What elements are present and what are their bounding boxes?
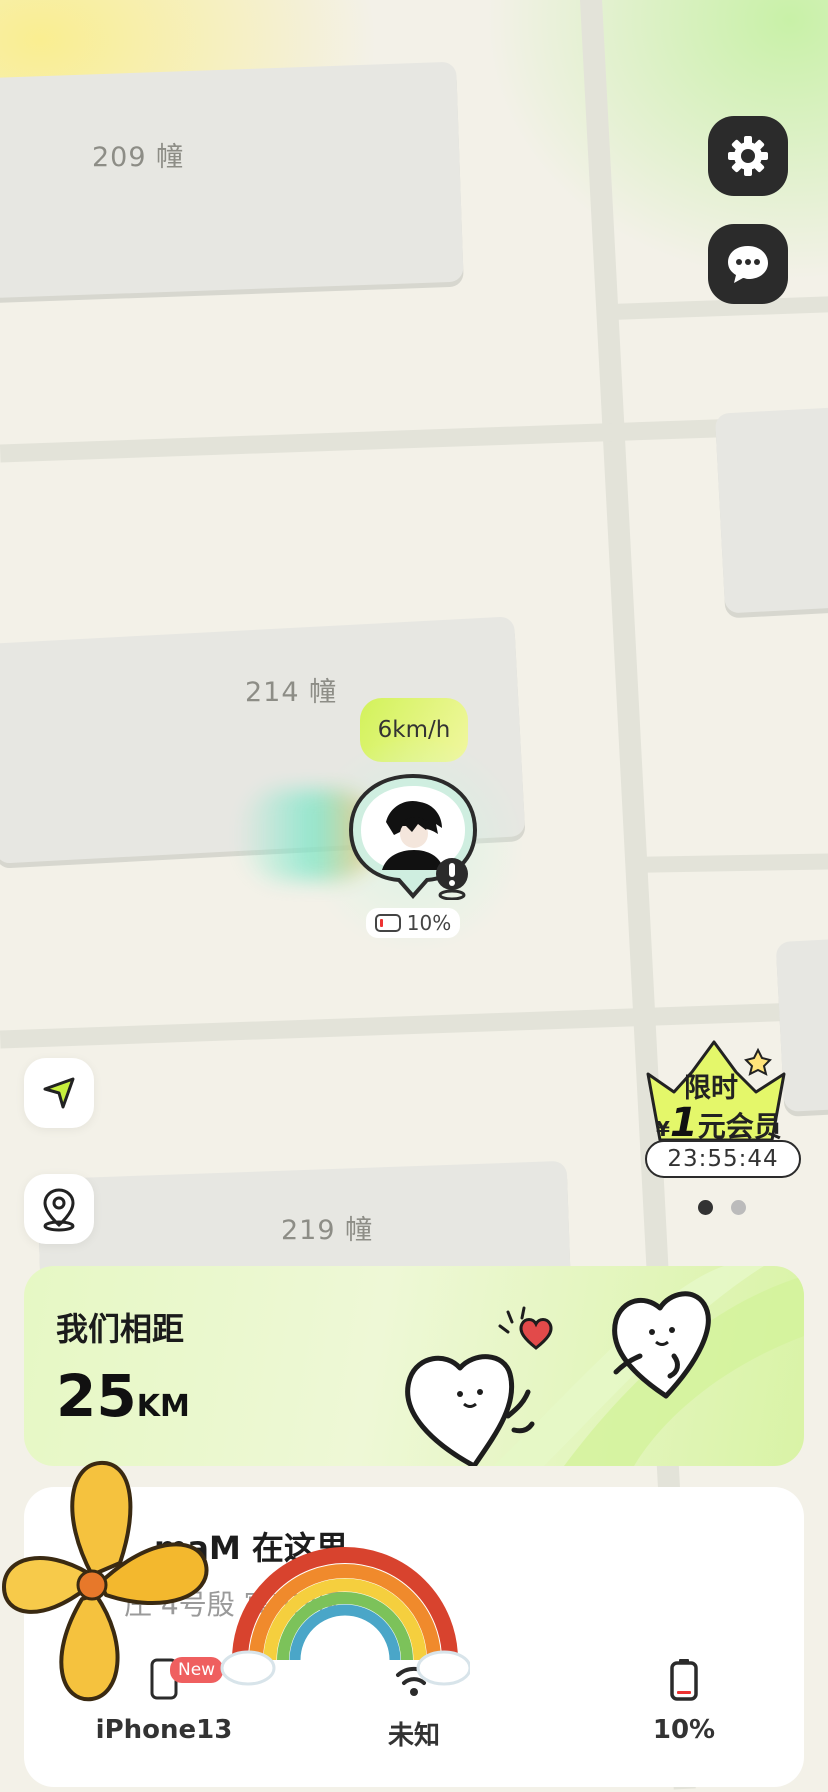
chat-button[interactable] <box>708 224 788 304</box>
page-dot-active <box>698 1200 713 1215</box>
building-label-214: 214 幢 <box>245 677 338 708</box>
tab-battery[interactable]: 10% <box>584 1657 784 1745</box>
promo-text: 元会员 <box>697 1110 782 1143</box>
map-pin-icon <box>43 1188 75 1232</box>
partner-avatar-pin[interactable] <box>346 772 480 906</box>
navigation-arrow-icon <box>43 1077 75 1109</box>
distance-value: 25KM <box>56 1362 190 1430</box>
gear-icon <box>728 136 768 176</box>
distance-unit: KM <box>136 1389 190 1424</box>
road <box>639 853 828 873</box>
flower-sticker <box>2 1460 209 1702</box>
promo-countdown: 23:55:44 <box>645 1140 801 1178</box>
vip-promo[interactable]: 限时 ¥1元会员 23:55:44 <box>640 1040 804 1180</box>
tab-network-label: 未知 <box>387 1721 440 1751</box>
building-label-209: 209 幢 <box>92 142 185 173</box>
page-indicator <box>698 1200 746 1215</box>
heart-characters-illustration <box>405 1291 711 1466</box>
location-pin-button[interactable] <box>24 1174 94 1244</box>
battery-low-icon <box>374 914 401 932</box>
rainbow-sticker <box>220 1547 470 1686</box>
partner-battery-text: 10% <box>406 911 452 935</box>
distance-title: 我们相距 <box>56 1310 185 1348</box>
distance-number: 25 <box>56 1362 137 1430</box>
building-east-1 <box>714 406 828 614</box>
alert-icon <box>436 858 468 900</box>
promo-currency: ¥ <box>656 1117 670 1141</box>
chat-bubble-icon <box>728 246 768 283</box>
partner-battery-tag: 10% <box>366 908 460 938</box>
battery-icon <box>670 1659 698 1701</box>
building-209 <box>0 61 464 299</box>
page-dot <box>731 1200 746 1215</box>
road <box>0 415 828 463</box>
building-label-219: 219 幢 <box>281 1215 374 1246</box>
tab-battery-label: 10% <box>652 1715 716 1745</box>
locate-me-button[interactable] <box>24 1058 94 1128</box>
settings-button[interactable] <box>708 116 788 196</box>
distance-card[interactable]: 我们相距 25KM <box>24 1266 804 1466</box>
tab-device-label: iPhone13 <box>95 1715 233 1745</box>
